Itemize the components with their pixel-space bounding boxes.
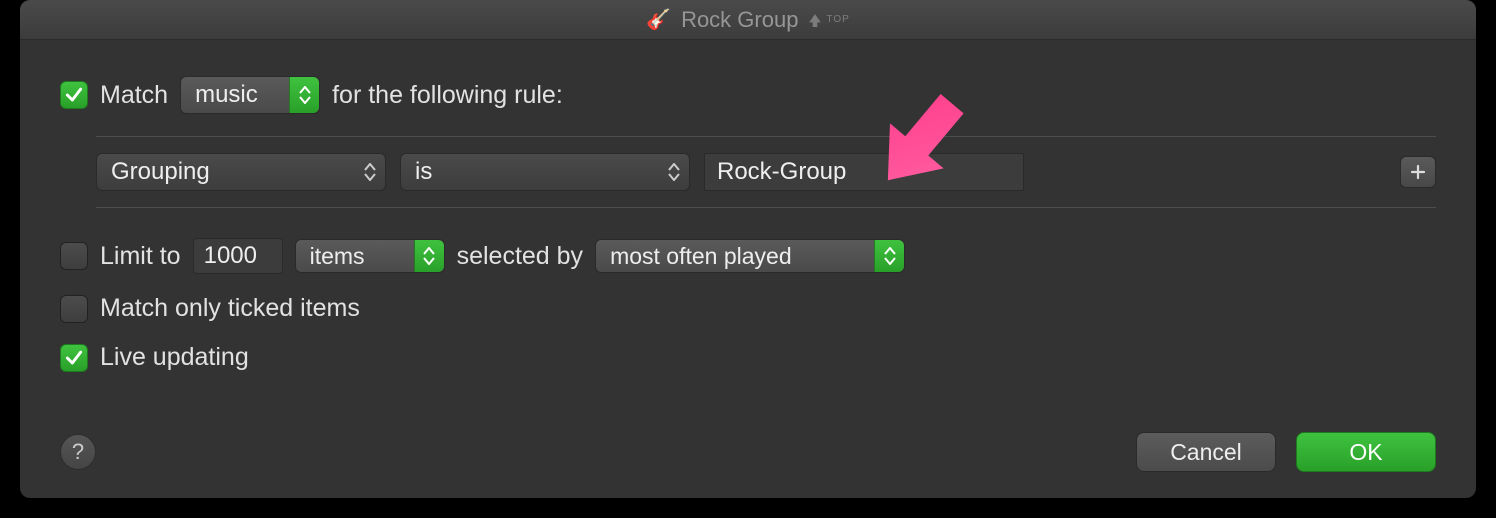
limit-order-select[interactable]: most often played xyxy=(595,239,905,273)
stepper-icon xyxy=(355,154,385,190)
match-checkbox[interactable] xyxy=(60,81,88,109)
live-updating-row: Live updating xyxy=(60,343,1436,372)
rule-row: Grouping is Rock-Group xyxy=(96,136,1436,208)
live-updating-checkbox[interactable] xyxy=(60,344,88,372)
plus-icon xyxy=(1410,164,1426,180)
stepper-icon xyxy=(289,77,319,113)
top-indicator: TOP xyxy=(808,13,849,27)
media-type-select[interactable]: music xyxy=(180,76,320,114)
limit-unit-value: items xyxy=(310,243,365,270)
ok-button[interactable]: OK xyxy=(1296,432,1436,472)
rule-field-value: Grouping xyxy=(111,158,210,186)
limit-unit-select[interactable]: items xyxy=(295,239,445,273)
smart-playlist-dialog: 🎸 Rock Group TOP Match music for the fol… xyxy=(20,0,1476,498)
match-row: Match music for the following rule: xyxy=(60,76,1436,114)
ok-label: OK xyxy=(1349,439,1382,466)
cancel-button[interactable]: Cancel xyxy=(1136,432,1276,472)
live-updating-label: Live updating xyxy=(100,343,249,372)
rule-field-select[interactable]: Grouping xyxy=(96,153,386,191)
window-title: Rock Group xyxy=(681,7,798,33)
match-prefix-label: Match xyxy=(100,81,168,110)
limit-count-value: 1000 xyxy=(204,242,257,270)
check-icon xyxy=(64,348,84,368)
options-block: Limit to 1000 items selected by most oft… xyxy=(60,238,1436,372)
arrow-up-icon xyxy=(808,13,822,27)
stepper-icon xyxy=(414,240,444,272)
titlebar: 🎸 Rock Group TOP xyxy=(20,0,1476,40)
rule-operator-value: is xyxy=(415,158,432,186)
match-ticked-checkbox[interactable] xyxy=(60,295,88,323)
add-rule-button[interactable] xyxy=(1400,156,1436,188)
rule-operator-select[interactable]: is xyxy=(400,153,690,191)
limit-count-input[interactable]: 1000 xyxy=(193,238,283,274)
rule-value-input[interactable]: Rock-Group xyxy=(704,153,1024,191)
cancel-label: Cancel xyxy=(1170,439,1242,466)
dialog-content: Match music for the following rule: Grou… xyxy=(20,40,1476,498)
selected-by-label: selected by xyxy=(457,242,583,271)
rule-value-text: Rock-Group xyxy=(717,158,846,186)
check-icon xyxy=(64,85,84,105)
stepper-icon xyxy=(659,154,689,190)
limit-label: Limit to xyxy=(100,242,181,271)
match-ticked-label: Match only ticked items xyxy=(100,294,360,323)
stepper-icon xyxy=(874,240,904,272)
dialog-footer: ? Cancel OK xyxy=(60,432,1436,472)
limit-checkbox[interactable] xyxy=(60,242,88,270)
help-button[interactable]: ? xyxy=(60,434,96,470)
match-suffix-label: for the following rule: xyxy=(332,81,563,110)
limit-order-value: most often played xyxy=(610,243,792,270)
help-symbol: ? xyxy=(72,439,84,465)
limit-row: Limit to 1000 items selected by most oft… xyxy=(60,238,1436,274)
guitar-icon: 🎸 xyxy=(646,7,671,32)
match-ticked-row: Match only ticked items xyxy=(60,294,1436,323)
media-type-value: music xyxy=(195,81,258,109)
